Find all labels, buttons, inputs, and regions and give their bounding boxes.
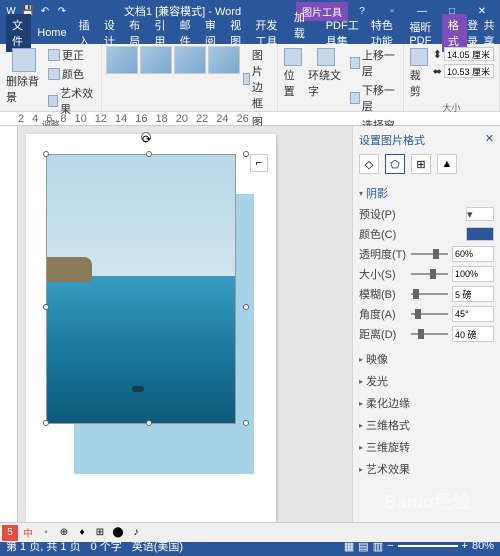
tray-ime-icon[interactable]: 中 xyxy=(20,525,36,541)
corrections-button[interactable]: 更正 xyxy=(47,46,97,64)
shadow-section[interactable]: ▾阴影 xyxy=(359,182,494,204)
3d-rotation-section[interactable]: ▸三维旋转 xyxy=(359,436,494,458)
selected-picture[interactable]: ⟳ ⌐ xyxy=(46,154,246,454)
effects-tab-icon[interactable]: ⬠ xyxy=(385,154,405,174)
resize-handle[interactable] xyxy=(146,151,152,157)
width-input[interactable] xyxy=(444,64,494,78)
resize-handle[interactable] xyxy=(146,420,152,426)
pane-title: 设置图片格式 xyxy=(359,132,425,148)
size-input[interactable] xyxy=(452,266,494,282)
transparency-input[interactable] xyxy=(452,246,494,262)
style-thumb[interactable] xyxy=(106,46,138,74)
preset-dropdown[interactable]: ▾ xyxy=(466,207,494,221)
resize-handle[interactable] xyxy=(243,420,249,426)
color-label: 颜色(C) xyxy=(359,226,407,242)
soft-edges-section[interactable]: ▸柔化边缘 xyxy=(359,392,494,414)
angle-input[interactable] xyxy=(452,306,494,322)
tab-home[interactable]: Home xyxy=(31,24,72,42)
tray-icon[interactable]: ♪ xyxy=(128,525,144,541)
preset-label: 预设(P) xyxy=(359,206,407,222)
undo-icon[interactable]: ↶ xyxy=(38,4,52,18)
height-icon: ⬍ xyxy=(433,48,442,61)
distance-label: 距离(D) xyxy=(359,326,407,342)
distance-slider[interactable] xyxy=(411,333,448,335)
style-thumb[interactable] xyxy=(208,46,240,74)
color-button[interactable]: 颜色 xyxy=(47,65,97,83)
color-dropdown[interactable] xyxy=(466,227,494,241)
group-size: 大小 xyxy=(408,101,495,115)
width-icon: ⬌ xyxy=(433,65,442,78)
reflection-section[interactable]: ▸映像 xyxy=(359,348,494,370)
artistic-button[interactable]: 艺术效果 xyxy=(47,84,97,118)
rotate-handle[interactable]: ⟳ xyxy=(141,132,151,142)
page: ⟳ ⌐ xyxy=(26,134,276,524)
blur-slider[interactable] xyxy=(411,293,448,295)
size-slider[interactable] xyxy=(411,273,448,275)
format-picture-pane: 设置图片格式 ✕ ◇ ⬠ ⊞ ▲ ▾阴影 预设(P) ▾ 颜色(C) 透明度(T… xyxy=(352,126,500,536)
bring-forward-button[interactable]: 上移一层 xyxy=(349,46,399,80)
document-area[interactable]: ⟳ ⌐ xyxy=(18,126,352,536)
crop-button[interactable]: 裁剪 xyxy=(408,46,430,101)
picture-border-button[interactable]: 图片边框 xyxy=(242,46,272,112)
tray-icon[interactable]: 5 xyxy=(2,525,18,541)
resize-handle[interactable] xyxy=(43,420,49,426)
wrap-text-button[interactable]: 环绕文字 xyxy=(306,46,347,101)
vertical-ruler[interactable] xyxy=(0,126,18,536)
tray-icon[interactable]: ⊕ xyxy=(56,525,72,541)
fill-line-tab-icon[interactable]: ◇ xyxy=(359,154,379,174)
artistic-effects-section[interactable]: ▸艺术效果 xyxy=(359,458,494,480)
picture-styles-gallery[interactable] xyxy=(106,46,240,74)
resize-handle[interactable] xyxy=(43,304,49,310)
resize-handle[interactable] xyxy=(243,151,249,157)
tray-icon[interactable]: ♦ xyxy=(74,525,90,541)
redo-icon[interactable]: ↷ xyxy=(55,4,69,18)
layout-options-icon[interactable]: ⌐ xyxy=(250,154,268,172)
3d-format-section[interactable]: ▸三维格式 xyxy=(359,414,494,436)
zoom-slider[interactable] xyxy=(398,545,458,547)
tray-icon[interactable]: ⊞ xyxy=(92,525,108,541)
angle-label: 角度(A) xyxy=(359,306,407,322)
picture-tab-icon[interactable]: ▲ xyxy=(437,154,457,174)
resize-handle[interactable] xyxy=(43,151,49,157)
style-thumb[interactable] xyxy=(174,46,206,74)
blur-label: 模糊(B) xyxy=(359,286,407,302)
tray-icon[interactable]: ⬤ xyxy=(110,525,126,541)
height-input[interactable] xyxy=(444,47,494,61)
style-thumb[interactable] xyxy=(140,46,172,74)
send-backward-button[interactable]: 下移一层 xyxy=(349,81,399,115)
transparency-label: 透明度(T) xyxy=(359,246,407,262)
picture-content[interactable] xyxy=(46,154,236,424)
blur-input[interactable] xyxy=(452,286,494,302)
resize-handle[interactable] xyxy=(243,304,249,310)
distance-input[interactable] xyxy=(452,326,494,342)
transparency-slider[interactable] xyxy=(411,253,448,255)
remove-background-button[interactable]: 删除背景 xyxy=(4,46,45,107)
glow-section[interactable]: ▸发光 xyxy=(359,370,494,392)
layout-tab-icon[interactable]: ⊞ xyxy=(411,154,431,174)
angle-slider[interactable] xyxy=(411,313,448,315)
tray-icon[interactable]: ◦ xyxy=(38,525,54,541)
position-button[interactable]: 位置 xyxy=(282,46,304,101)
size-label: 大小(S) xyxy=(359,266,407,282)
pane-close-icon[interactable]: ✕ xyxy=(485,132,494,148)
